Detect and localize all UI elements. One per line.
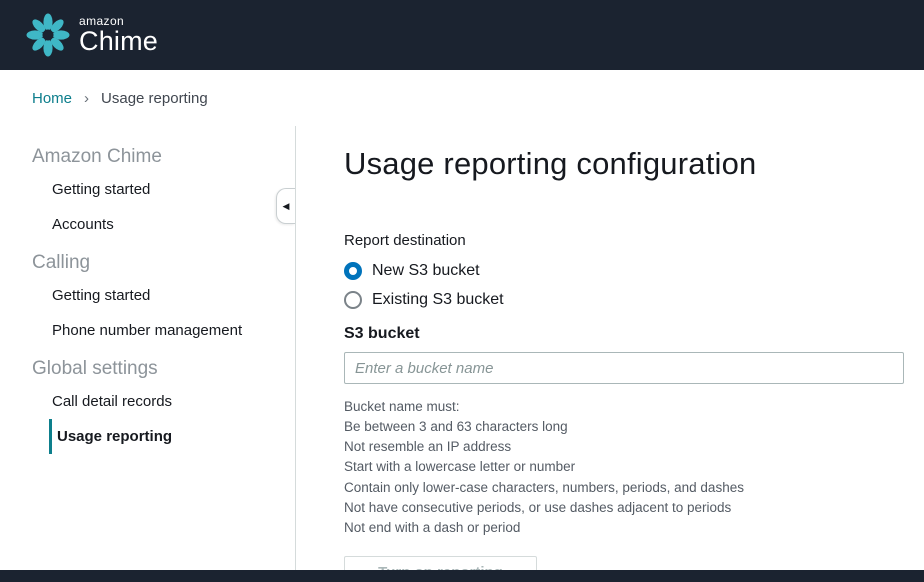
radio-label-existing-s3-bucket: Existing S3 bucket — [372, 291, 504, 309]
bucket-name-input[interactable] — [344, 352, 904, 384]
bucket-rule: Not end with a dash or period — [344, 518, 904, 537]
breadcrumb-separator-icon: › — [84, 90, 89, 107]
sidebar-section-header-calling: Calling — [32, 252, 295, 274]
sidebar-item-getting-started-chime[interactable]: Getting started — [52, 172, 295, 207]
collapse-arrow-icon: ◀ — [283, 202, 290, 211]
sidebar-item-call-detail-records[interactable]: Call detail records — [52, 384, 295, 419]
sidebar-item-phone-number-management[interactable]: Phone number management — [52, 313, 295, 348]
bucket-rule: Start with a lowercase letter or number — [344, 457, 904, 476]
bucket-rule: Not resemble an IP address — [344, 437, 904, 456]
breadcrumb-home-link[interactable]: Home — [32, 90, 72, 107]
report-destination-label: Report destination — [344, 232, 904, 249]
chime-brand: amazon Chime — [26, 13, 158, 57]
breadcrumb: Home › Usage reporting — [0, 70, 924, 126]
radio-option-new-s3-bucket[interactable]: New S3 bucket — [344, 262, 904, 280]
sidebar: Amazon Chime Getting started Accounts Ca… — [0, 126, 296, 570]
sidebar-collapse-button[interactable]: ◀ — [276, 188, 295, 224]
breadcrumb-current: Usage reporting — [101, 90, 208, 107]
app-header: amazon Chime — [0, 0, 924, 70]
page-title: Usage reporting configuration — [344, 146, 904, 182]
radio-unselected-icon[interactable] — [344, 291, 362, 309]
bucket-rule: Contain only lower-case characters, numb… — [344, 478, 904, 497]
sidebar-item-usage-reporting[interactable]: Usage reporting — [49, 419, 295, 454]
bucket-name-rules: Bucket name must: Be between 3 and 63 ch… — [344, 397, 904, 537]
footer-bar — [0, 570, 924, 582]
radio-label-new-s3-bucket: New S3 bucket — [372, 262, 480, 280]
brand-text: amazon Chime — [79, 15, 158, 55]
brand-chime-text: Chime — [79, 28, 158, 55]
sidebar-section-header-amazon-chime: Amazon Chime — [32, 146, 295, 168]
bucket-rule: Be between 3 and 63 characters long — [344, 417, 904, 436]
sidebar-item-accounts[interactable]: Accounts — [52, 207, 295, 242]
page: amazon Chime Home › Usage reporting Amaz… — [0, 0, 924, 582]
sidebar-item-getting-started-calling[interactable]: Getting started — [52, 278, 295, 313]
bucket-rule: Not have consecutive periods, or use das… — [344, 498, 904, 517]
content-body: Amazon Chime Getting started Accounts Ca… — [0, 126, 924, 570]
main-content: Usage reporting configuration Report des… — [296, 126, 924, 570]
s3-bucket-label: S3 bucket — [344, 325, 904, 343]
bucket-rules-title: Bucket name must: — [344, 397, 904, 416]
radio-option-existing-s3-bucket[interactable]: Existing S3 bucket — [344, 291, 904, 309]
radio-selected-icon[interactable] — [344, 262, 362, 280]
chime-flower-icon — [26, 13, 70, 57]
sidebar-section-header-global-settings: Global settings — [32, 358, 295, 380]
